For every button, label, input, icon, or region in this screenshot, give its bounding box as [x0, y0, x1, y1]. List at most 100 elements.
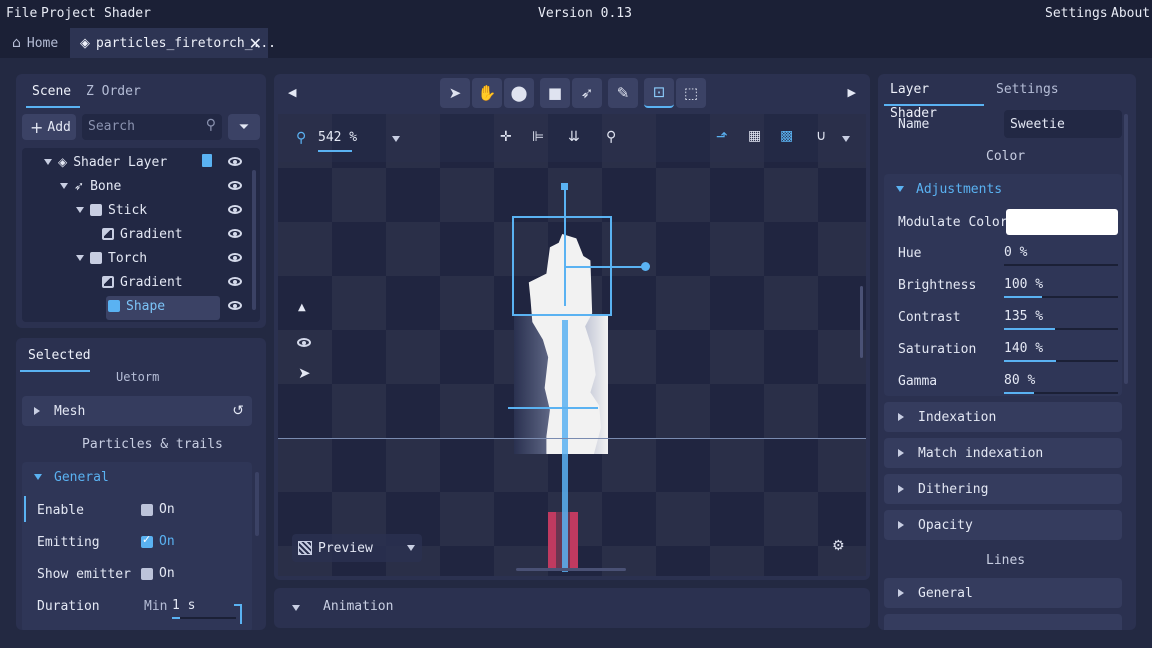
- render-settings-icon[interactable]: ⚙: [832, 538, 845, 554]
- bone-tool-button[interactable]: ➶: [572, 78, 602, 108]
- tab-layer-shader[interactable]: Layer Shader: [884, 78, 984, 121]
- show-emitter-checkbox[interactable]: On: [141, 566, 175, 581]
- emitter-line: [508, 407, 598, 409]
- enable-checkbox[interactable]: On: [141, 502, 175, 517]
- emitting-checkbox[interactable]: On: [141, 533, 175, 549]
- modulate-color-swatch[interactable]: [1006, 209, 1118, 235]
- general-header[interactable]: General: [22, 462, 252, 492]
- eye-icon[interactable]: [228, 253, 242, 262]
- grid-icon[interactable]: ▦: [748, 128, 761, 144]
- align-left-icon[interactable]: ⊫: [532, 129, 544, 145]
- tab-file[interactable]: ◈ particles_firetorch_... ✕: [70, 28, 276, 58]
- canvas[interactable]: ⚲ 542 % ✛ ⊫ ⇊ ⚲ ⬏ ▦ ▩ ∪ ▲ ➤ Preview ⚙: [278, 114, 866, 576]
- chevron-down-icon[interactable]: [76, 207, 84, 213]
- saturation-value[interactable]: 140 %: [1004, 341, 1043, 356]
- menu-about[interactable]: About: [1111, 6, 1150, 21]
- tree-item-torch[interactable]: Torch: [76, 246, 258, 270]
- duration-slider[interactable]: [172, 617, 236, 619]
- pan-tool-button[interactable]: ✋: [472, 78, 502, 108]
- rotation-handle[interactable]: [561, 183, 568, 190]
- magnet-icon[interactable]: ∪: [816, 128, 826, 144]
- eye-icon[interactable]: [228, 205, 242, 214]
- arrow-left-icon[interactable]: ◀: [288, 86, 296, 99]
- pointer-icon[interactable]: ➤: [298, 364, 311, 382]
- menu-project[interactable]: Project: [41, 6, 96, 21]
- scrollbar[interactable]: [1124, 114, 1128, 384]
- menu-shader[interactable]: Shader: [104, 6, 151, 21]
- adjustments-header[interactable]: Adjustments: [884, 174, 1122, 204]
- chevron-down-icon[interactable]: [44, 159, 52, 165]
- tree-item-stick[interactable]: Stick: [76, 198, 258, 222]
- search-input[interactable]: Search ⚲: [82, 114, 222, 140]
- match-indexation-section[interactable]: Match indexation: [884, 438, 1122, 468]
- opacity-section[interactable]: Opacity: [884, 510, 1122, 540]
- transform-tool-button[interactable]: ⊡: [644, 78, 674, 108]
- chevron-down-icon[interactable]: [76, 255, 84, 261]
- gamma-slider[interactable]: [1004, 392, 1118, 394]
- pivot-icon[interactable]: ⚲: [606, 129, 616, 145]
- close-icon[interactable]: ✕: [249, 34, 262, 53]
- filter-icon[interactable]: ⏷: [228, 114, 260, 140]
- eye-icon[interactable]: [228, 181, 242, 190]
- name-field[interactable]: Sweetie: [1004, 110, 1122, 138]
- gamma-value[interactable]: 80 %: [1004, 373, 1035, 388]
- duration-value[interactable]: 1 s: [172, 598, 195, 613]
- add-button[interactable]: + Add: [22, 114, 76, 140]
- hue-value[interactable]: 0 %: [1004, 245, 1027, 260]
- chevron-down-icon[interactable]: [842, 136, 850, 142]
- tab-home[interactable]: ⌂ Home: [2, 28, 68, 58]
- tree-item-gradient[interactable]: Gradient: [102, 222, 258, 246]
- scrollbar[interactable]: [252, 170, 256, 310]
- indexation-section[interactable]: Indexation: [884, 402, 1122, 432]
- pen-tool-button[interactable]: ✎: [608, 78, 638, 108]
- zoom-value[interactable]: 542 %: [318, 130, 357, 145]
- tree-item-bone[interactable]: ➶ Bone: [60, 174, 258, 198]
- mesh-section[interactable]: Mesh ↺: [22, 396, 252, 426]
- tree-item-shape[interactable]: Shape: [108, 294, 258, 318]
- saturation-slider[interactable]: [1004, 360, 1118, 362]
- vertex-tool-button[interactable]: ⬚: [676, 78, 706, 108]
- tab-settings[interactable]: Settings: [994, 78, 1061, 106]
- animation-panel[interactable]: Animation: [274, 588, 870, 628]
- rect-tool-button[interactable]: ■: [540, 78, 570, 108]
- horizontal-scrollbar[interactable]: [516, 568, 626, 571]
- sort-icon[interactable]: ⇊: [568, 129, 580, 145]
- tab-selected[interactable]: Selected: [20, 344, 91, 372]
- collapse-icon[interactable]: ▲: [298, 302, 306, 313]
- menu-settings[interactable]: Settings: [1045, 6, 1108, 21]
- reset-icon[interactable]: ↺: [232, 403, 244, 419]
- shape-tool-button[interactable]: ⬤: [504, 78, 534, 108]
- axis-icon[interactable]: ⬏: [716, 129, 728, 145]
- eye-icon[interactable]: [228, 301, 242, 310]
- dithering-section[interactable]: Dithering: [884, 474, 1122, 504]
- eye-icon[interactable]: [228, 229, 242, 238]
- arrow-right-icon[interactable]: ▶: [848, 86, 856, 99]
- tab-scene[interactable]: Scene: [26, 80, 80, 108]
- chevron-down-icon[interactable]: [60, 183, 68, 189]
- tree-item-gradient[interactable]: Gradient: [102, 270, 258, 294]
- crosshair-icon[interactable]: ✛: [500, 129, 512, 145]
- scale-handle[interactable]: [641, 262, 650, 271]
- preview-dropdown[interactable]: Preview: [292, 534, 422, 562]
- eye-icon[interactable]: [228, 157, 242, 166]
- checker-icon[interactable]: ▩: [780, 128, 793, 144]
- tree-item-shader-layer[interactable]: ◈ Shader Layer: [44, 150, 258, 174]
- scrollbar[interactable]: [255, 472, 259, 536]
- contrast-value[interactable]: 135 %: [1004, 309, 1043, 324]
- tab-z-order[interactable]: Z Order: [84, 80, 143, 108]
- select-tool-button[interactable]: ➤: [440, 78, 470, 108]
- menu-file[interactable]: File: [6, 6, 37, 21]
- vertical-scrollbar[interactable]: [860, 286, 863, 358]
- trash-icon[interactable]: [202, 154, 212, 167]
- hue-slider[interactable]: [1004, 264, 1118, 266]
- next-section[interactable]: [884, 614, 1122, 630]
- contrast-slider[interactable]: [1004, 328, 1118, 330]
- eye-icon[interactable]: [297, 338, 311, 347]
- chevron-right-icon: [898, 521, 904, 529]
- link-bracket-icon[interactable]: [234, 604, 242, 624]
- eye-icon[interactable]: [228, 277, 242, 286]
- chevron-down-icon[interactable]: [392, 136, 400, 142]
- brightness-slider[interactable]: [1004, 296, 1118, 298]
- lines-general-section[interactable]: General: [884, 578, 1122, 608]
- brightness-value[interactable]: 100 %: [1004, 277, 1043, 292]
